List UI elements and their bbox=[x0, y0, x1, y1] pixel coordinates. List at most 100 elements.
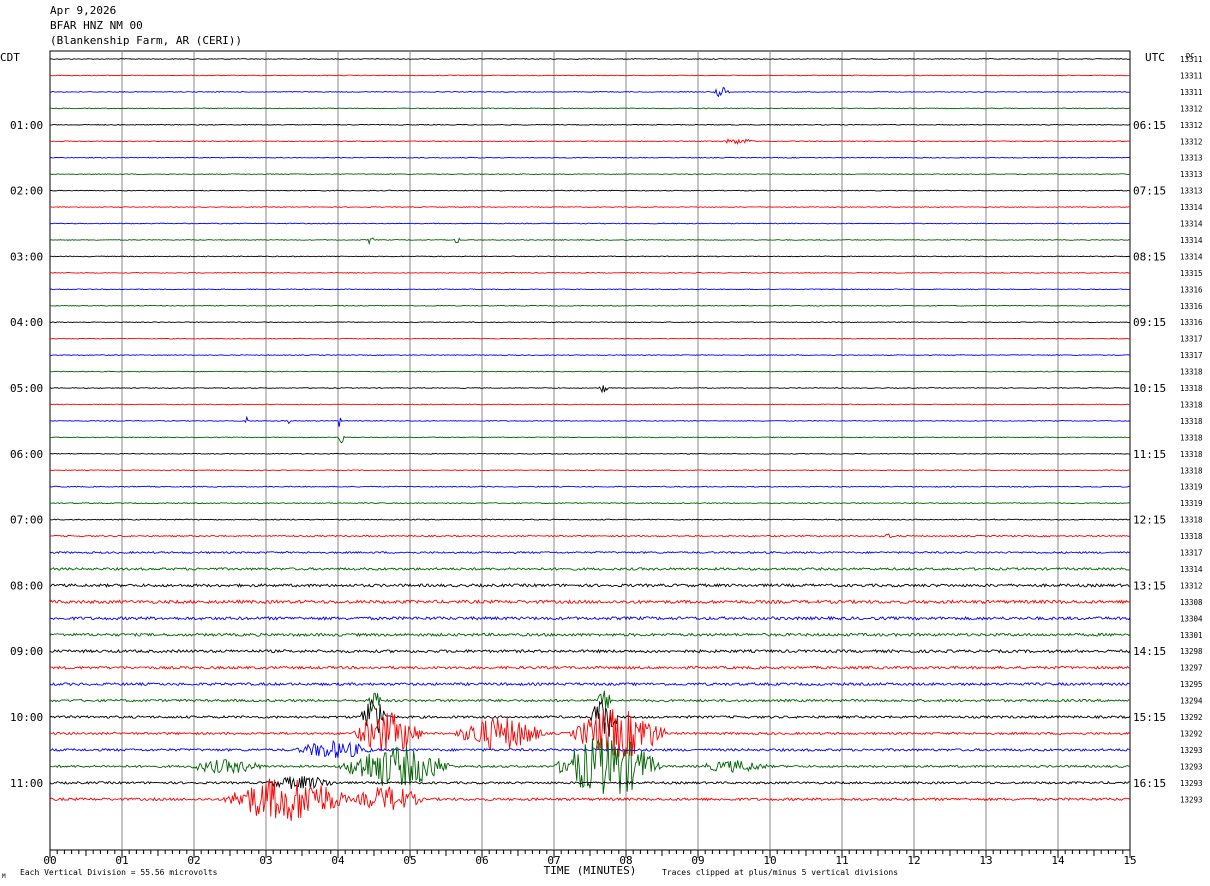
clip-note: Traces clipped at plus/minus 5 vertical … bbox=[662, 868, 898, 877]
utc-hour-label: 09:15 bbox=[1133, 316, 1166, 329]
cdt-hour-label: 06:00 bbox=[10, 448, 43, 461]
seismic-trace bbox=[49, 271, 1131, 274]
dc-value: 13313 bbox=[1180, 187, 1203, 196]
x-tick-label: 13 bbox=[979, 854, 992, 867]
dc-value: 13316 bbox=[1180, 302, 1203, 311]
dc-value: 13293 bbox=[1180, 795, 1203, 804]
seismic-trace bbox=[49, 566, 1131, 571]
seismic-trace bbox=[49, 321, 1131, 324]
dc-value: 13293 bbox=[1180, 762, 1203, 771]
dc-value: 13295 bbox=[1180, 680, 1203, 689]
dc-value: 13312 bbox=[1180, 137, 1203, 146]
seismic-trace bbox=[49, 304, 1131, 307]
seismic-trace bbox=[49, 123, 1131, 126]
dc-value: 13304 bbox=[1180, 614, 1203, 623]
dc-value: 13316 bbox=[1180, 318, 1203, 327]
seismic-trace bbox=[49, 452, 1131, 455]
dc-value: 13318 bbox=[1180, 400, 1203, 409]
seismic-trace bbox=[49, 582, 1131, 588]
x-tick-label: 14 bbox=[1051, 854, 1065, 867]
dc-value: 13319 bbox=[1180, 499, 1203, 508]
dc-value: 13317 bbox=[1180, 351, 1203, 360]
x-tick-label: 01 bbox=[115, 854, 128, 867]
corner-mark: M bbox=[2, 873, 6, 880]
cdt-hour-label: 04:00 bbox=[10, 316, 43, 329]
seismic-trace bbox=[49, 189, 1131, 192]
seismic-trace bbox=[49, 518, 1131, 521]
cdt-hour-label: 05:00 bbox=[10, 382, 43, 395]
dc-value: 13301 bbox=[1180, 631, 1203, 640]
seismic-trace bbox=[49, 58, 1131, 60]
x-tick-label: 05 bbox=[403, 854, 416, 867]
seismic-trace bbox=[49, 206, 1131, 208]
dc-value: 13314 bbox=[1180, 220, 1203, 229]
seismic-trace bbox=[49, 107, 1131, 110]
dc-value: 13316 bbox=[1180, 285, 1203, 294]
dc-value: 13318 bbox=[1180, 516, 1203, 525]
seismic-trace bbox=[49, 648, 1131, 654]
dc-value: 13292 bbox=[1180, 713, 1203, 722]
seismic-trace bbox=[49, 74, 1131, 77]
seismic-trace bbox=[49, 435, 1131, 444]
x-tick-label: 03 bbox=[259, 854, 272, 867]
cdt-hour-label: 09:00 bbox=[10, 645, 43, 658]
x-tick-label: 00 bbox=[43, 854, 56, 867]
seismic-trace bbox=[49, 156, 1131, 159]
seismic-trace bbox=[49, 615, 1131, 621]
cdt-hour-label: 01:00 bbox=[10, 119, 43, 132]
cdt-hour-label: 08:00 bbox=[10, 579, 43, 592]
seismic-trace bbox=[49, 737, 1131, 794]
vertical-division-note: Each Vertical Division = 55.56 microvolt… bbox=[20, 868, 218, 877]
dc-value: 13297 bbox=[1180, 664, 1203, 673]
seismic-trace bbox=[49, 403, 1131, 406]
utc-label: UTC bbox=[1145, 51, 1165, 64]
seismic-trace bbox=[49, 485, 1131, 488]
dc-value: 13318 bbox=[1180, 417, 1203, 426]
dc-value: 13318 bbox=[1180, 450, 1203, 459]
seismic-trace bbox=[49, 86, 1131, 98]
dc-value: 13311 bbox=[1180, 71, 1203, 80]
dc-value: 13318 bbox=[1180, 368, 1203, 377]
cdt-hour-label: 10:00 bbox=[10, 711, 43, 724]
seismic-trace bbox=[49, 681, 1131, 687]
cdt-hour-label: 02:00 bbox=[10, 185, 43, 198]
x-tick-label: 06 bbox=[475, 854, 488, 867]
dc-value: 13293 bbox=[1180, 779, 1203, 788]
seismic-trace bbox=[49, 739, 1131, 758]
dc-value: 13314 bbox=[1180, 236, 1203, 245]
seismic-trace bbox=[49, 599, 1131, 605]
dc-value: 13313 bbox=[1180, 170, 1203, 179]
seismic-trace bbox=[49, 632, 1131, 638]
utc-hour-label: 13:15 bbox=[1133, 579, 1166, 592]
x-tick-label: 10 bbox=[763, 854, 776, 867]
utc-hour-label: 16:15 bbox=[1133, 777, 1166, 790]
dc-value: 13293 bbox=[1180, 746, 1203, 755]
dc-value: 13312 bbox=[1180, 581, 1203, 590]
seismogram-plot: 00 01 02 03 04 05 06 07 08 09 10 11 12 13 14 15TIME (MI… bbox=[0, 50, 1203, 880]
seismic-trace bbox=[49, 237, 1131, 246]
cdt-hour-label: 07:00 bbox=[10, 514, 43, 527]
dc-value: 13318 bbox=[1180, 384, 1203, 393]
dc-value: 13292 bbox=[1180, 729, 1203, 738]
x-tick-label: 09 bbox=[691, 854, 704, 867]
dc-value: 13298 bbox=[1180, 647, 1203, 656]
seismic-trace bbox=[49, 550, 1131, 555]
dc-value: 13311 bbox=[1180, 55, 1203, 64]
dc-value: 13294 bbox=[1180, 697, 1203, 706]
utc-hour-label: 11:15 bbox=[1133, 448, 1166, 461]
dc-value: 13313 bbox=[1180, 154, 1203, 163]
dc-value: 13311 bbox=[1180, 88, 1203, 97]
seismic-trace bbox=[49, 354, 1131, 357]
utc-hour-label: 06:15 bbox=[1133, 119, 1166, 132]
seismic-trace bbox=[49, 138, 1131, 145]
seismic-trace bbox=[49, 222, 1131, 225]
dc-value: 13314 bbox=[1180, 565, 1203, 574]
seismic-trace bbox=[49, 337, 1131, 340]
seismic-trace bbox=[49, 415, 1131, 427]
utc-hour-label: 12:15 bbox=[1133, 514, 1166, 527]
utc-hour-label: 08:15 bbox=[1133, 250, 1166, 263]
dc-value: 13308 bbox=[1180, 598, 1203, 607]
x-tick-label: 11 bbox=[835, 854, 848, 867]
utc-hour-label: 10:15 bbox=[1133, 382, 1166, 395]
dc-value: 13314 bbox=[1180, 203, 1203, 212]
